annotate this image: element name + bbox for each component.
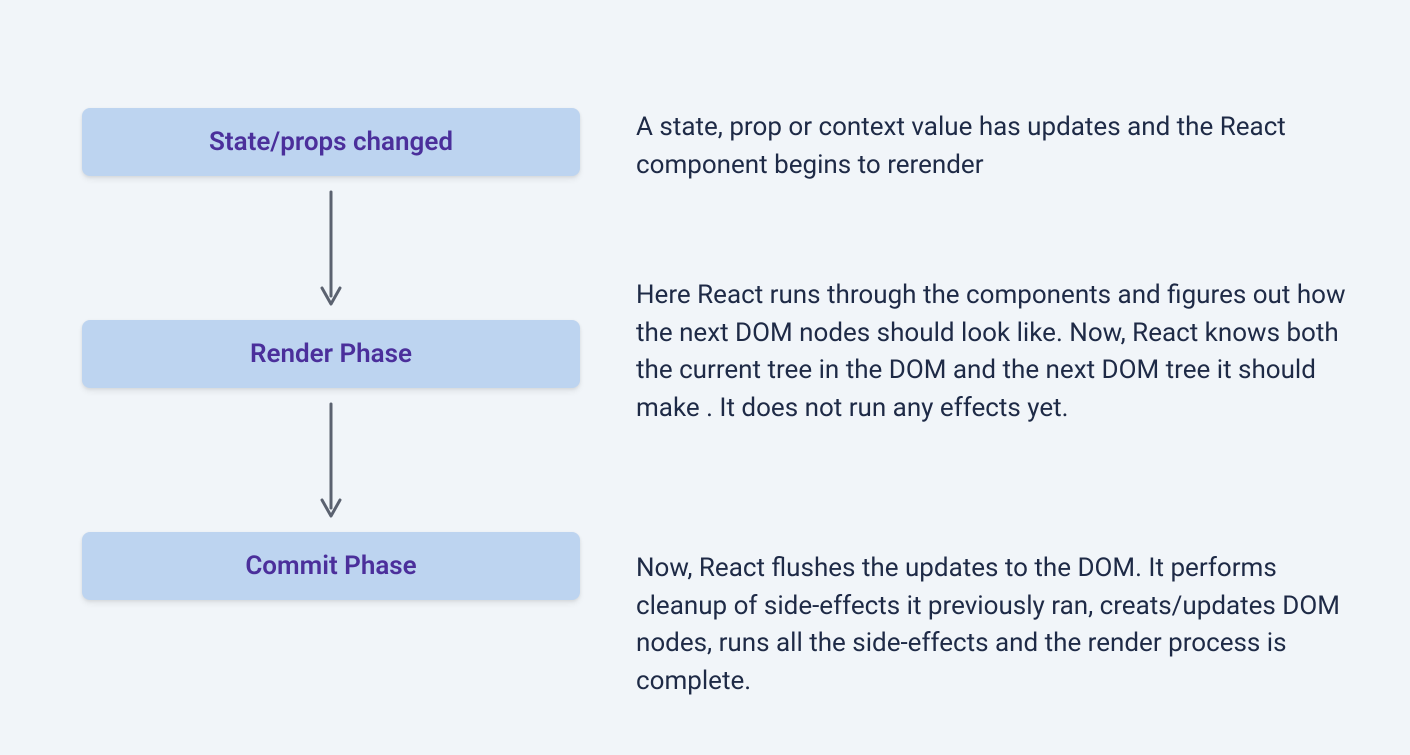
node-state-props-changed: State/props changed [82, 108, 580, 176]
diagram-canvas: State/props changed Render Phase Commit … [0, 0, 1410, 755]
node-label: State/props changed [209, 127, 453, 157]
description-render-phase: Here React runs through the components a… [636, 277, 1346, 428]
description-state-props: A state, prop or context value has updat… [636, 109, 1346, 184]
node-label: Render Phase [250, 339, 412, 369]
arrow-down-icon [318, 188, 344, 308]
arrow-down-icon [318, 400, 344, 520]
node-label: Commit Phase [245, 551, 416, 581]
node-commit-phase: Commit Phase [82, 532, 580, 600]
node-render-phase: Render Phase [82, 320, 580, 388]
description-commit-phase: Now, React flushes the updates to the DO… [636, 550, 1346, 701]
